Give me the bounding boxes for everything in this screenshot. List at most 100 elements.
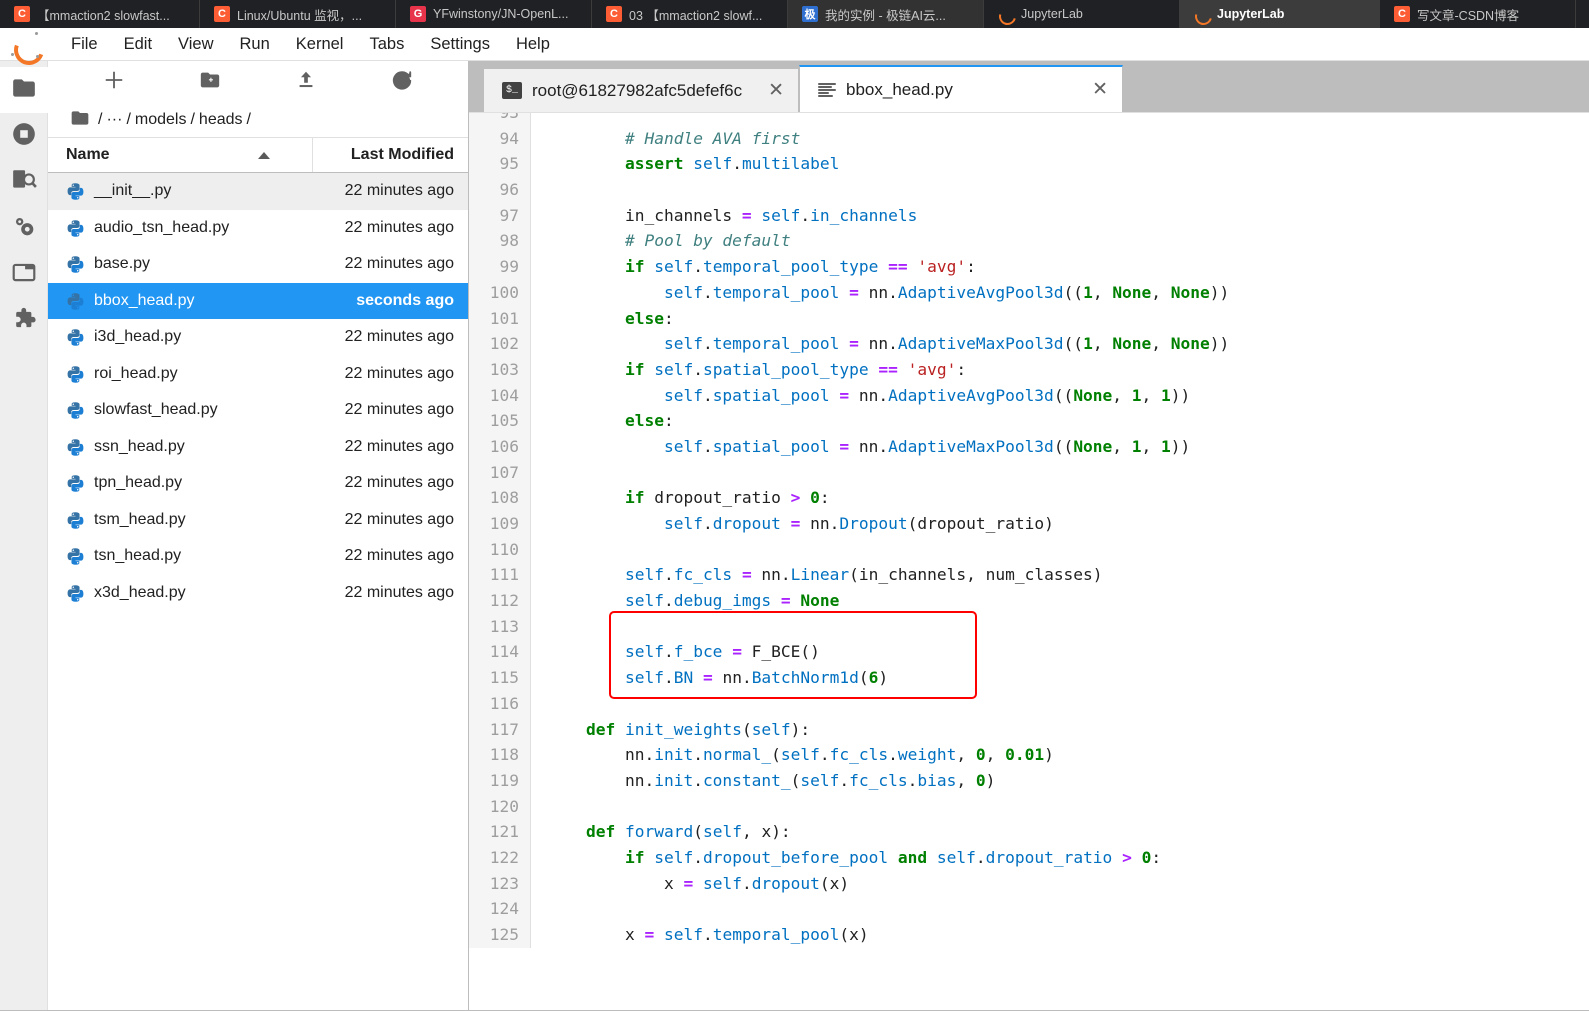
- code-line[interactable]: self.temporal_pool = nn.AdaptiveMaxPool3…: [547, 331, 1589, 357]
- python-file-icon: [66, 474, 84, 492]
- code-line[interactable]: self.f_bce = F_BCE(): [547, 639, 1589, 665]
- line-number: 114: [489, 642, 519, 662]
- browser-tab[interactable]: C 写文章-CSDN博客: [1380, 0, 1576, 28]
- code-line[interactable]: if dropout_ratio > 0:: [547, 485, 1589, 511]
- code-line[interactable]: x = self.temporal_pool(x): [547, 922, 1589, 948]
- code-line[interactable]: self.fc_cls = nn.Linear(in_channels, num…: [547, 562, 1589, 588]
- sidebar-item-file-browser[interactable]: [0, 67, 48, 113]
- breadcrumb-segment[interactable]: models: [131, 111, 191, 129]
- code-line[interactable]: self.spatial_pool = nn.AdaptiveAvgPool3d…: [547, 383, 1589, 409]
- jupyter-menu-bar: File Edit View Run Kernel Tabs Settings Help: [0, 28, 1589, 61]
- close-icon[interactable]: ✕: [752, 81, 784, 100]
- sidebar-item-extension-manager[interactable]: [0, 297, 48, 343]
- file-modified-time: 22 minutes ago: [344, 364, 454, 382]
- menu-item-file[interactable]: File: [58, 30, 111, 59]
- column-label-name: Name: [66, 146, 110, 163]
- file-list-item[interactable]: __init__.py 22 minutes ago: [48, 173, 468, 210]
- new-launcher-button[interactable]: [96, 66, 132, 98]
- code-line[interactable]: self.temporal_pool = nn.AdaptiveAvgPool3…: [547, 280, 1589, 306]
- browser-tab[interactable]: C 【mmaction2 slowfast...: [0, 0, 200, 28]
- menu-item-help[interactable]: Help: [503, 30, 563, 59]
- line-number: 122: [489, 847, 519, 867]
- breadcrumb: / ··· / models / heads /: [48, 103, 468, 137]
- code-line[interactable]: self.debug_imgs = None: [547, 588, 1589, 614]
- menu-item-tabs[interactable]: Tabs: [356, 30, 417, 59]
- code-line[interactable]: def forward(self, x):: [547, 819, 1589, 845]
- browser-tab[interactable]: G YFwinstony/JN-OpenL...: [396, 0, 592, 28]
- code-line[interactable]: x = self.dropout(x): [547, 871, 1589, 897]
- browser-tab[interactable]: JupyterLab: [1180, 0, 1380, 28]
- code-line[interactable]: [547, 691, 1589, 717]
- file-list-item[interactable]: tsm_head.py 22 minutes ago: [48, 502, 468, 539]
- code-line[interactable]: [547, 537, 1589, 563]
- code-line[interactable]: [547, 460, 1589, 486]
- document-tab[interactable]: $_ root@61827982afc5defef6c ✕: [483, 68, 800, 112]
- file-list-item[interactable]: audio_tsn_head.py 22 minutes ago: [48, 210, 468, 247]
- code-line[interactable]: nn.init.normal_(self.fc_cls.weight, 0, 0…: [547, 742, 1589, 768]
- breadcrumb-segment[interactable]: ···: [102, 111, 126, 129]
- terminal-icon: $_: [502, 82, 522, 99]
- code-line[interactable]: assert self.multilabel: [547, 151, 1589, 177]
- document-tab-label: bbox_head.py: [846, 79, 953, 99]
- file-list-item[interactable]: roi_head.py 22 minutes ago: [48, 356, 468, 393]
- file-list-item[interactable]: tpn_head.py 22 minutes ago: [48, 465, 468, 502]
- column-header-last-modified[interactable]: Last Modified: [313, 138, 468, 172]
- sidebar-item-property-inspector[interactable]: [0, 205, 48, 251]
- code-line[interactable]: # Handle AVA first: [547, 126, 1589, 152]
- code-line[interactable]: def init_weights(self):: [547, 717, 1589, 743]
- code-line[interactable]: [547, 113, 1589, 126]
- menu-item-edit[interactable]: Edit: [111, 30, 165, 59]
- close-icon[interactable]: ✕: [1076, 80, 1108, 99]
- document-tab[interactable]: bbox_head.py ✕: [799, 65, 1124, 112]
- browser-tab[interactable]: 极我的实例 - 极链AI云...: [788, 0, 984, 28]
- file-list-item[interactable]: base.py 22 minutes ago: [48, 246, 468, 283]
- line-number: 124: [489, 899, 519, 919]
- file-list-item[interactable]: slowfast_head.py 22 minutes ago: [48, 392, 468, 429]
- code-line[interactable]: else:: [547, 408, 1589, 434]
- code-line[interactable]: if self.spatial_pool_type == 'avg':: [547, 357, 1589, 383]
- file-list-item[interactable]: bbox_head.py seconds ago: [48, 282, 468, 319]
- code-line[interactable]: [547, 896, 1589, 922]
- refresh-button[interactable]: [384, 66, 420, 98]
- file-list-item[interactable]: x3d_head.py 22 minutes ago: [48, 575, 468, 612]
- line-number: 106: [489, 436, 519, 456]
- folder-icon[interactable]: [70, 108, 96, 133]
- python-file-icon: [66, 292, 84, 310]
- menu-item-view[interactable]: View: [165, 30, 226, 59]
- code-line[interactable]: in_channels = self.in_channels: [547, 203, 1589, 229]
- code-lines[interactable]: # Handle AVA first assert self.multilabe…: [531, 113, 1589, 948]
- code-line[interactable]: nn.init.constant_(self.fc_cls.bias, 0): [547, 768, 1589, 794]
- browser-tab[interactable]: C Linux/Ubuntu 监视，...: [200, 0, 396, 28]
- file-browser-toolbar: [48, 61, 468, 103]
- code-line[interactable]: self.spatial_pool = nn.AdaptiveMaxPool3d…: [547, 434, 1589, 460]
- code-line[interactable]: self.dropout = nn.Dropout(dropout_ratio): [547, 511, 1589, 537]
- plus-icon: [103, 69, 125, 96]
- code-line[interactable]: if self.dropout_before_pool and self.dro…: [547, 845, 1589, 871]
- column-header-name[interactable]: Name: [48, 138, 313, 172]
- sidebar-item-command-palette[interactable]: [0, 159, 48, 205]
- code-line[interactable]: if self.temporal_pool_type == 'avg':: [547, 254, 1589, 280]
- browser-tab[interactable]: JupyterLab: [984, 0, 1180, 28]
- upload-button[interactable]: [288, 66, 324, 98]
- code-line[interactable]: [547, 614, 1589, 640]
- code-content[interactable]: 93 94 95 96 97 98 99 100 101 102 103 104 105 106 107 10…: [469, 113, 1589, 948]
- menu-item-kernel[interactable]: Kernel: [283, 30, 357, 59]
- menu-item-run[interactable]: Run: [227, 30, 283, 59]
- browser-tab[interactable]: C 03 【mmaction2 slowf...: [592, 0, 788, 28]
- sidebar-item-running-terminals[interactable]: [0, 113, 48, 159]
- python-file-icon: [66, 584, 84, 602]
- sidebar-item-open-tabs[interactable]: [0, 251, 48, 297]
- code-editor[interactable]: 93 94 95 96 97 98 99 100 101 102 103 104 105 106 107 10…: [469, 112, 1589, 1010]
- file-list-item[interactable]: tsn_head.py 22 minutes ago: [48, 538, 468, 575]
- code-line[interactable]: [547, 177, 1589, 203]
- file-name: bbox_head.py: [94, 291, 195, 309]
- code-line[interactable]: [547, 794, 1589, 820]
- code-line[interactable]: else:: [547, 306, 1589, 332]
- file-list-item[interactable]: i3d_head.py 22 minutes ago: [48, 319, 468, 356]
- file-list-item[interactable]: ssn_head.py 22 minutes ago: [48, 429, 468, 466]
- code-line[interactable]: self.BN = nn.BatchNorm1d(6): [547, 665, 1589, 691]
- menu-item-settings[interactable]: Settings: [417, 30, 503, 59]
- code-line[interactable]: # Pool by default: [547, 228, 1589, 254]
- new-folder-button[interactable]: [192, 66, 228, 98]
- breadcrumb-segment[interactable]: heads: [195, 111, 247, 129]
